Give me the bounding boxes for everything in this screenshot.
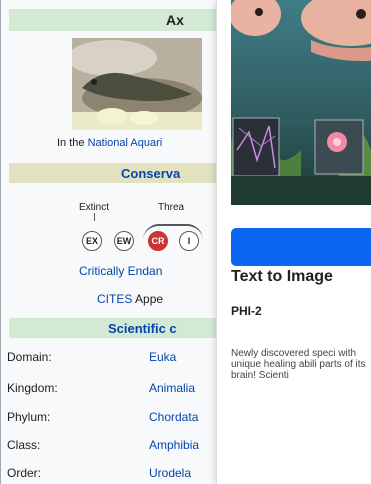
axolotl-photo-art <box>72 38 202 130</box>
extinct-divider <box>94 213 95 221</box>
caption-link[interactable]: National Aquari <box>88 137 163 149</box>
taxonomy-rank: Phylum: <box>7 410 51 424</box>
cites-appendix: Appe <box>135 292 164 306</box>
taxonomy-value-link[interactable]: Urodela <box>149 466 191 480</box>
taxonomy-rank: Order: <box>7 466 42 480</box>
taxonomy-value-link[interactable]: Animalia <box>149 381 195 395</box>
cites-link[interactable]: CITES <box>97 292 132 306</box>
generated-image-art <box>231 0 371 205</box>
card-title: Text to Image <box>231 268 333 285</box>
card-description: Newly discovered speci with unique heali… <box>231 348 366 381</box>
axolotl-photo[interactable] <box>72 38 202 130</box>
taxonomy-value-link[interactable]: Amphibia <box>149 438 199 452</box>
cites-row: CITES Appe <box>97 292 163 306</box>
extinct-label: Extinct <box>79 202 110 213</box>
generated-image[interactable] <box>231 0 371 205</box>
status-ex[interactable]: EX <box>82 231 102 251</box>
scientific-header-label[interactable]: Scientific c <box>108 321 177 336</box>
model-name: PHI-2 <box>231 304 262 318</box>
generate-button[interactable] <box>231 228 371 266</box>
conservation-header-label[interactable]: Conserva <box>121 166 180 181</box>
status-ew[interactable]: EW <box>114 231 134 251</box>
text-to-image-card: Text to Image PHI-2 Newly discovered spe… <box>216 0 371 484</box>
status-name-link[interactable]: Critically Endan <box>79 264 162 278</box>
taxonomy-rank: Kingdom: <box>7 381 58 395</box>
taxonomy-value-link[interactable]: Euka <box>149 350 176 364</box>
caption-prefix: In the <box>57 137 85 149</box>
threatened-label: Threa <box>158 202 185 213</box>
status-en[interactable]: I <box>179 231 199 251</box>
taxonomy-rank: Class: <box>7 438 41 452</box>
status-cr[interactable]: CR <box>148 231 168 251</box>
taxonomy-value-link[interactable]: Chordata <box>149 410 198 424</box>
taxonomy-rank: Domain: <box>7 350 52 364</box>
photo-caption: In the National Aquari <box>57 137 162 149</box>
infobox-title: Ax <box>166 12 184 28</box>
